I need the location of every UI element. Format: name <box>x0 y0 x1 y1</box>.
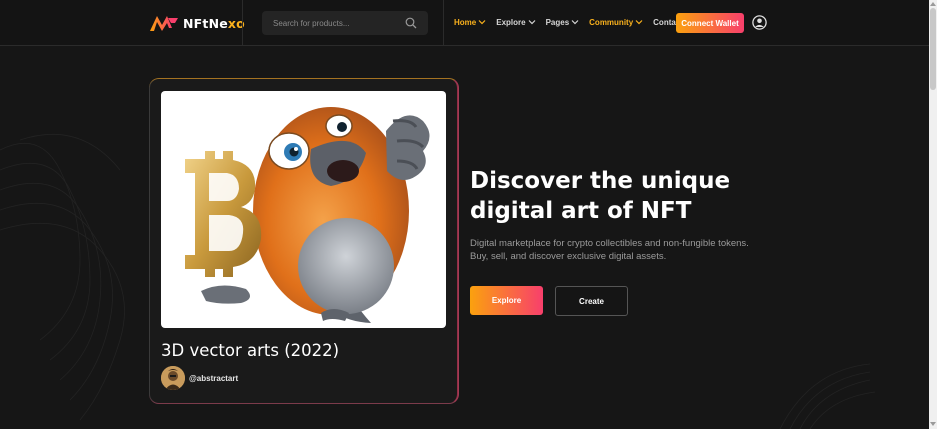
hero-title-line: digital art of NFT <box>470 198 692 224</box>
site-header: NFtNexo Home Explore Pages <box>0 0 929 46</box>
chevron-down-icon <box>478 20 486 25</box>
chevron-down-icon <box>528 20 536 25</box>
user-circle-icon[interactable] <box>752 15 767 30</box>
nav-item-explore[interactable]: Explore <box>496 17 536 27</box>
search-bar <box>262 11 428 35</box>
nft-title[interactable]: 3D vector arts (2022) <box>161 341 339 360</box>
logo[interactable]: NFtNexo <box>149 14 245 32</box>
nav-item-label: Community <box>589 17 634 27</box>
page-scrollbar[interactable] <box>929 0 937 429</box>
scrollbar-thumb[interactable] <box>930 8 936 90</box>
nav-item-label: Home <box>454 17 477 27</box>
nav-item-label: Explore <box>496 17 526 27</box>
background-waves <box>0 133 876 429</box>
search-input[interactable] <box>262 11 402 35</box>
nav-item-community[interactable]: Community <box>589 18 643 27</box>
nft-image[interactable] <box>161 91 446 328</box>
connect-wallet-button[interactable]: Connect Wallet <box>676 13 744 33</box>
logo-text: NFtNexo <box>183 15 245 31</box>
explore-button[interactable]: Explore <box>470 286 543 315</box>
nav-item-label: Pages <box>545 17 570 27</box>
creator-avatar[interactable] <box>161 366 185 390</box>
hero-subtitle: Digital marketplace for crypto collectib… <box>470 237 790 263</box>
header-divider <box>443 0 444 46</box>
chevron-down-icon <box>635 20 643 25</box>
nav-item-home[interactable]: Home <box>454 18 486 27</box>
nav-item-pages[interactable]: Pages <box>546 18 580 27</box>
hero-subtitle-line: Digital marketplace for crypto collectib… <box>470 238 749 249</box>
hero-title: Discover the unique digital art of NFT <box>470 166 770 226</box>
avatar-image <box>161 366 185 390</box>
hero-subtitle-line: Buy, sell, and discover exclusive digita… <box>470 251 667 262</box>
main-nav: Home Explore Pages Community Contact <box>454 15 683 29</box>
bird-with-bitcoin-illustration <box>185 107 430 323</box>
create-button[interactable]: Create <box>555 286 628 316</box>
hero-title-line: Discover the unique <box>470 168 731 194</box>
creator-username[interactable]: @abstractart <box>189 374 238 383</box>
logo-mark-icon <box>150 16 178 31</box>
page: NFtNexo Home Explore Pages <box>0 0 929 429</box>
header-divider <box>242 0 243 46</box>
scroll-up-arrow-icon[interactable] <box>930 1 936 6</box>
search-icon[interactable] <box>405 17 417 29</box>
chevron-down-icon <box>571 20 579 25</box>
scroll-down-arrow-icon[interactable] <box>930 422 936 427</box>
